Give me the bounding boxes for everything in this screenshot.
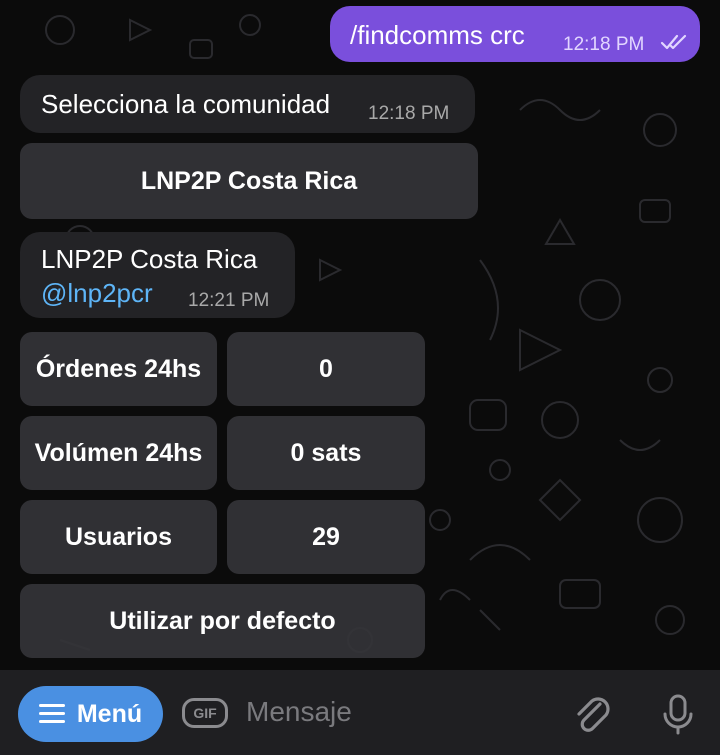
gif-icon[interactable]: GIF — [182, 698, 228, 728]
use-default-button[interactable]: Utilizar por defecto — [20, 584, 425, 658]
community-button[interactable]: LNP2P Costa Rica — [20, 143, 478, 219]
incoming-message-time: 12:18 PM — [368, 103, 450, 124]
menu-icon — [38, 704, 65, 724]
stat-button-users-value[interactable]: 29 — [227, 500, 425, 574]
double-check-icon — [660, 34, 687, 50]
stat-button-users-label[interactable]: Usuarios — [20, 500, 217, 574]
incoming-message-time: 12:21 PM — [188, 290, 270, 311]
stat-button-volume-label[interactable]: Volúmen 24hs — [20, 416, 217, 490]
stat-button-orders-label[interactable]: Órdenes 24hs — [20, 332, 217, 406]
incoming-message-select[interactable]: Selecciona la comunidad 12:18 PM — [20, 75, 475, 133]
message-input[interactable]: Mensaje — [246, 696, 352, 728]
outgoing-message-text: /findcomms crc — [350, 20, 525, 50]
stat-button-volume-value[interactable]: 0 sats — [227, 416, 425, 490]
attach-icon[interactable] — [570, 692, 616, 738]
stat-button-orders-value[interactable]: 0 — [227, 332, 425, 406]
outgoing-message-time: 12:18 PM — [563, 34, 645, 55]
community-title: LNP2P Costa Rica — [41, 244, 258, 274]
menu-button[interactable]: Menú — [18, 686, 163, 742]
microphone-icon[interactable] — [654, 690, 702, 738]
incoming-message-text: Selecciona la comunidad — [41, 89, 331, 119]
menu-button-label: Menú — [76, 699, 143, 728]
incoming-message-community[interactable]: LNP2P Costa Rica @lnp2pcr 12:21 PM — [20, 232, 295, 318]
message-input-bar: Menú GIF Mensaje — [0, 670, 720, 755]
community-handle-link[interactable]: @lnp2pcr — [41, 278, 153, 309]
outgoing-message[interactable]: /findcomms crc 12:18 PM — [330, 6, 700, 62]
